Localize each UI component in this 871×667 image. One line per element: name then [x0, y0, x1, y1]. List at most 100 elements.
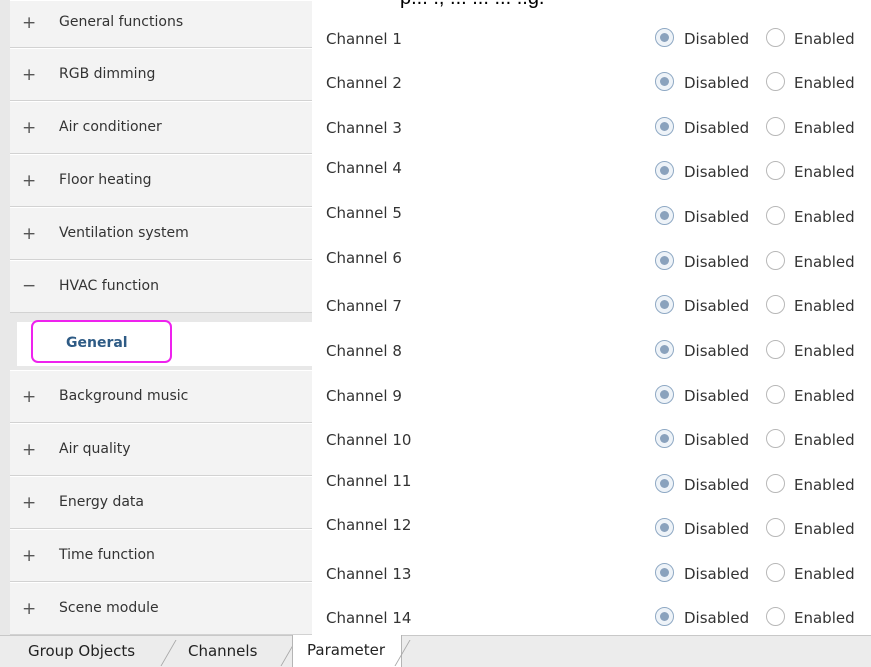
radio-enabled[interactable]	[766, 474, 785, 493]
parameter-row: Channel 9 Disabled Enabled	[312, 375, 871, 419]
sidebar-item-label: Air quality	[59, 441, 131, 457]
expand-icon: +	[22, 599, 37, 619]
sidebar: + General functions + RGB dimming + Air …	[0, 0, 312, 635]
radio-enabled-label[interactable]: Enabled	[794, 387, 855, 405]
sidebar-item-air-conditioner[interactable]: + Air conditioner	[10, 101, 312, 154]
radio-disabled-label[interactable]: Disabled	[684, 253, 749, 271]
radio-disabled-label[interactable]: Disabled	[684, 476, 749, 494]
radio-disabled-label[interactable]: Disabled	[684, 387, 749, 405]
radio-enabled-label[interactable]: Enabled	[794, 520, 855, 538]
sidebar-item-time-function[interactable]: + Time function	[10, 529, 312, 582]
radio-disabled[interactable]	[655, 518, 674, 537]
radio-disabled-label[interactable]: Disabled	[684, 208, 749, 226]
radio-enabled-label[interactable]: Enabled	[794, 342, 855, 360]
radio-disabled[interactable]	[655, 251, 674, 270]
radio-disabled-label[interactable]: Disabled	[684, 74, 749, 92]
radio-enabled[interactable]	[766, 518, 785, 537]
channel-label: Channel 3	[326, 119, 402, 137]
sidebar-item-hvac-function[interactable]: − HVAC function	[10, 260, 312, 313]
parameter-row: Channel 4 Disabled Enabled	[312, 151, 871, 195]
parameter-row: Channel 1 Disabled Enabled	[312, 18, 871, 62]
radio-enabled[interactable]	[766, 607, 785, 626]
radio-enabled[interactable]	[766, 28, 785, 47]
radio-disabled[interactable]	[655, 161, 674, 180]
sidebar-item-floor-heating[interactable]: + Floor heating	[10, 154, 312, 207]
sidebar-item-scene-module[interactable]: + Scene module	[10, 582, 312, 635]
radio-enabled-label[interactable]: Enabled	[794, 431, 855, 449]
radio-enabled-label[interactable]: Enabled	[794, 297, 855, 315]
parameter-row: Channel 10 Disabled Enabled	[312, 419, 871, 463]
expand-icon: +	[22, 118, 37, 138]
radio-enabled[interactable]	[766, 206, 785, 225]
tab-channels[interactable]: Channels	[188, 636, 257, 667]
channel-label: Channel 8	[326, 342, 402, 360]
tab-parameter[interactable]: Parameter	[292, 635, 403, 667]
radio-enabled-label[interactable]: Enabled	[794, 208, 855, 226]
radio-enabled[interactable]	[766, 295, 785, 314]
radio-disabled-label[interactable]: Disabled	[684, 565, 749, 583]
tab-group-objects[interactable]: Group Objects	[28, 636, 135, 667]
sidebar-item-air-quality[interactable]: + Air quality	[10, 423, 312, 476]
radio-disabled-label[interactable]: Disabled	[684, 30, 749, 48]
radio-enabled[interactable]	[766, 340, 785, 359]
radio-enabled-label[interactable]: Enabled	[794, 74, 855, 92]
radio-enabled-label[interactable]: Enabled	[794, 565, 855, 583]
radio-disabled-label[interactable]: Disabled	[684, 119, 749, 137]
radio-enabled-label[interactable]: Enabled	[794, 476, 855, 494]
channel-label: Channel 14	[326, 609, 412, 627]
channel-label: Channel 9	[326, 387, 402, 405]
radio-disabled[interactable]	[655, 28, 674, 47]
sidebar-item-rgb-dimming[interactable]: + RGB dimming	[10, 48, 312, 101]
radio-disabled-label[interactable]: Disabled	[684, 163, 749, 181]
radio-disabled[interactable]	[655, 117, 674, 136]
sidebar-item-ventilation-system[interactable]: + Ventilation system	[10, 207, 312, 260]
parameter-row: Channel 11 Disabled Enabled	[312, 464, 871, 508]
radio-disabled[interactable]	[655, 72, 674, 91]
radio-enabled[interactable]	[766, 385, 785, 404]
sidebar-item-background-music[interactable]: + Background music	[10, 370, 312, 423]
radio-disabled-label[interactable]: Disabled	[684, 297, 749, 315]
expand-icon: +	[22, 13, 37, 33]
radio-disabled[interactable]	[655, 563, 674, 582]
channel-label: Channel 12	[326, 516, 412, 534]
parameter-row: Channel 6 Disabled Enabled	[312, 241, 871, 285]
sidebar-item-label: HVAC function	[59, 278, 159, 294]
radio-disabled[interactable]	[655, 295, 674, 314]
expand-icon: +	[22, 493, 37, 513]
radio-enabled-label[interactable]: Enabled	[794, 119, 855, 137]
radio-disabled-label[interactable]: Disabled	[684, 342, 749, 360]
radio-disabled[interactable]	[655, 206, 674, 225]
radio-enabled-label[interactable]: Enabled	[794, 30, 855, 48]
radio-enabled[interactable]	[766, 429, 785, 448]
radio-enabled[interactable]	[766, 563, 785, 582]
radio-disabled[interactable]	[655, 474, 674, 493]
radio-enabled[interactable]	[766, 72, 785, 91]
radio-enabled-label[interactable]: Enabled	[794, 253, 855, 271]
radio-enabled[interactable]	[766, 117, 785, 136]
sidebar-item-general-functions[interactable]: + General functions	[10, 0, 312, 48]
parameter-row: Channel 5 Disabled Enabled	[312, 196, 871, 240]
radio-disabled-label[interactable]: Disabled	[684, 609, 749, 627]
bottom-tab-bar: Group Objects Channels Parameter	[0, 635, 871, 667]
sidebar-item-energy-data[interactable]: + Energy data	[10, 476, 312, 529]
channel-label: Channel 6	[326, 249, 402, 267]
radio-enabled-label[interactable]: Enabled	[794, 609, 855, 627]
radio-disabled-label[interactable]: Disabled	[684, 431, 749, 449]
sidebar-item-label: General functions	[59, 14, 184, 30]
parameter-row: Channel 13 Disabled Enabled	[312, 553, 871, 597]
radio-disabled[interactable]	[655, 607, 674, 626]
radio-enabled[interactable]	[766, 161, 785, 180]
expand-icon: +	[22, 224, 37, 244]
parameter-row: Channel 7 Disabled Enabled	[312, 285, 871, 329]
parameter-row: Channel 12 Disabled Enabled	[312, 508, 871, 552]
radio-disabled[interactable]	[655, 340, 674, 359]
channel-label: Channel 4	[326, 159, 402, 177]
sidebar-item-label: Ventilation system	[59, 225, 189, 241]
sidebar-item-label: Background music	[59, 388, 189, 404]
channel-label: Channel 5	[326, 204, 402, 222]
radio-enabled-label[interactable]: Enabled	[794, 163, 855, 181]
radio-disabled-label[interactable]: Disabled	[684, 520, 749, 538]
radio-disabled[interactable]	[655, 385, 674, 404]
radio-disabled[interactable]	[655, 429, 674, 448]
radio-enabled[interactable]	[766, 251, 785, 270]
